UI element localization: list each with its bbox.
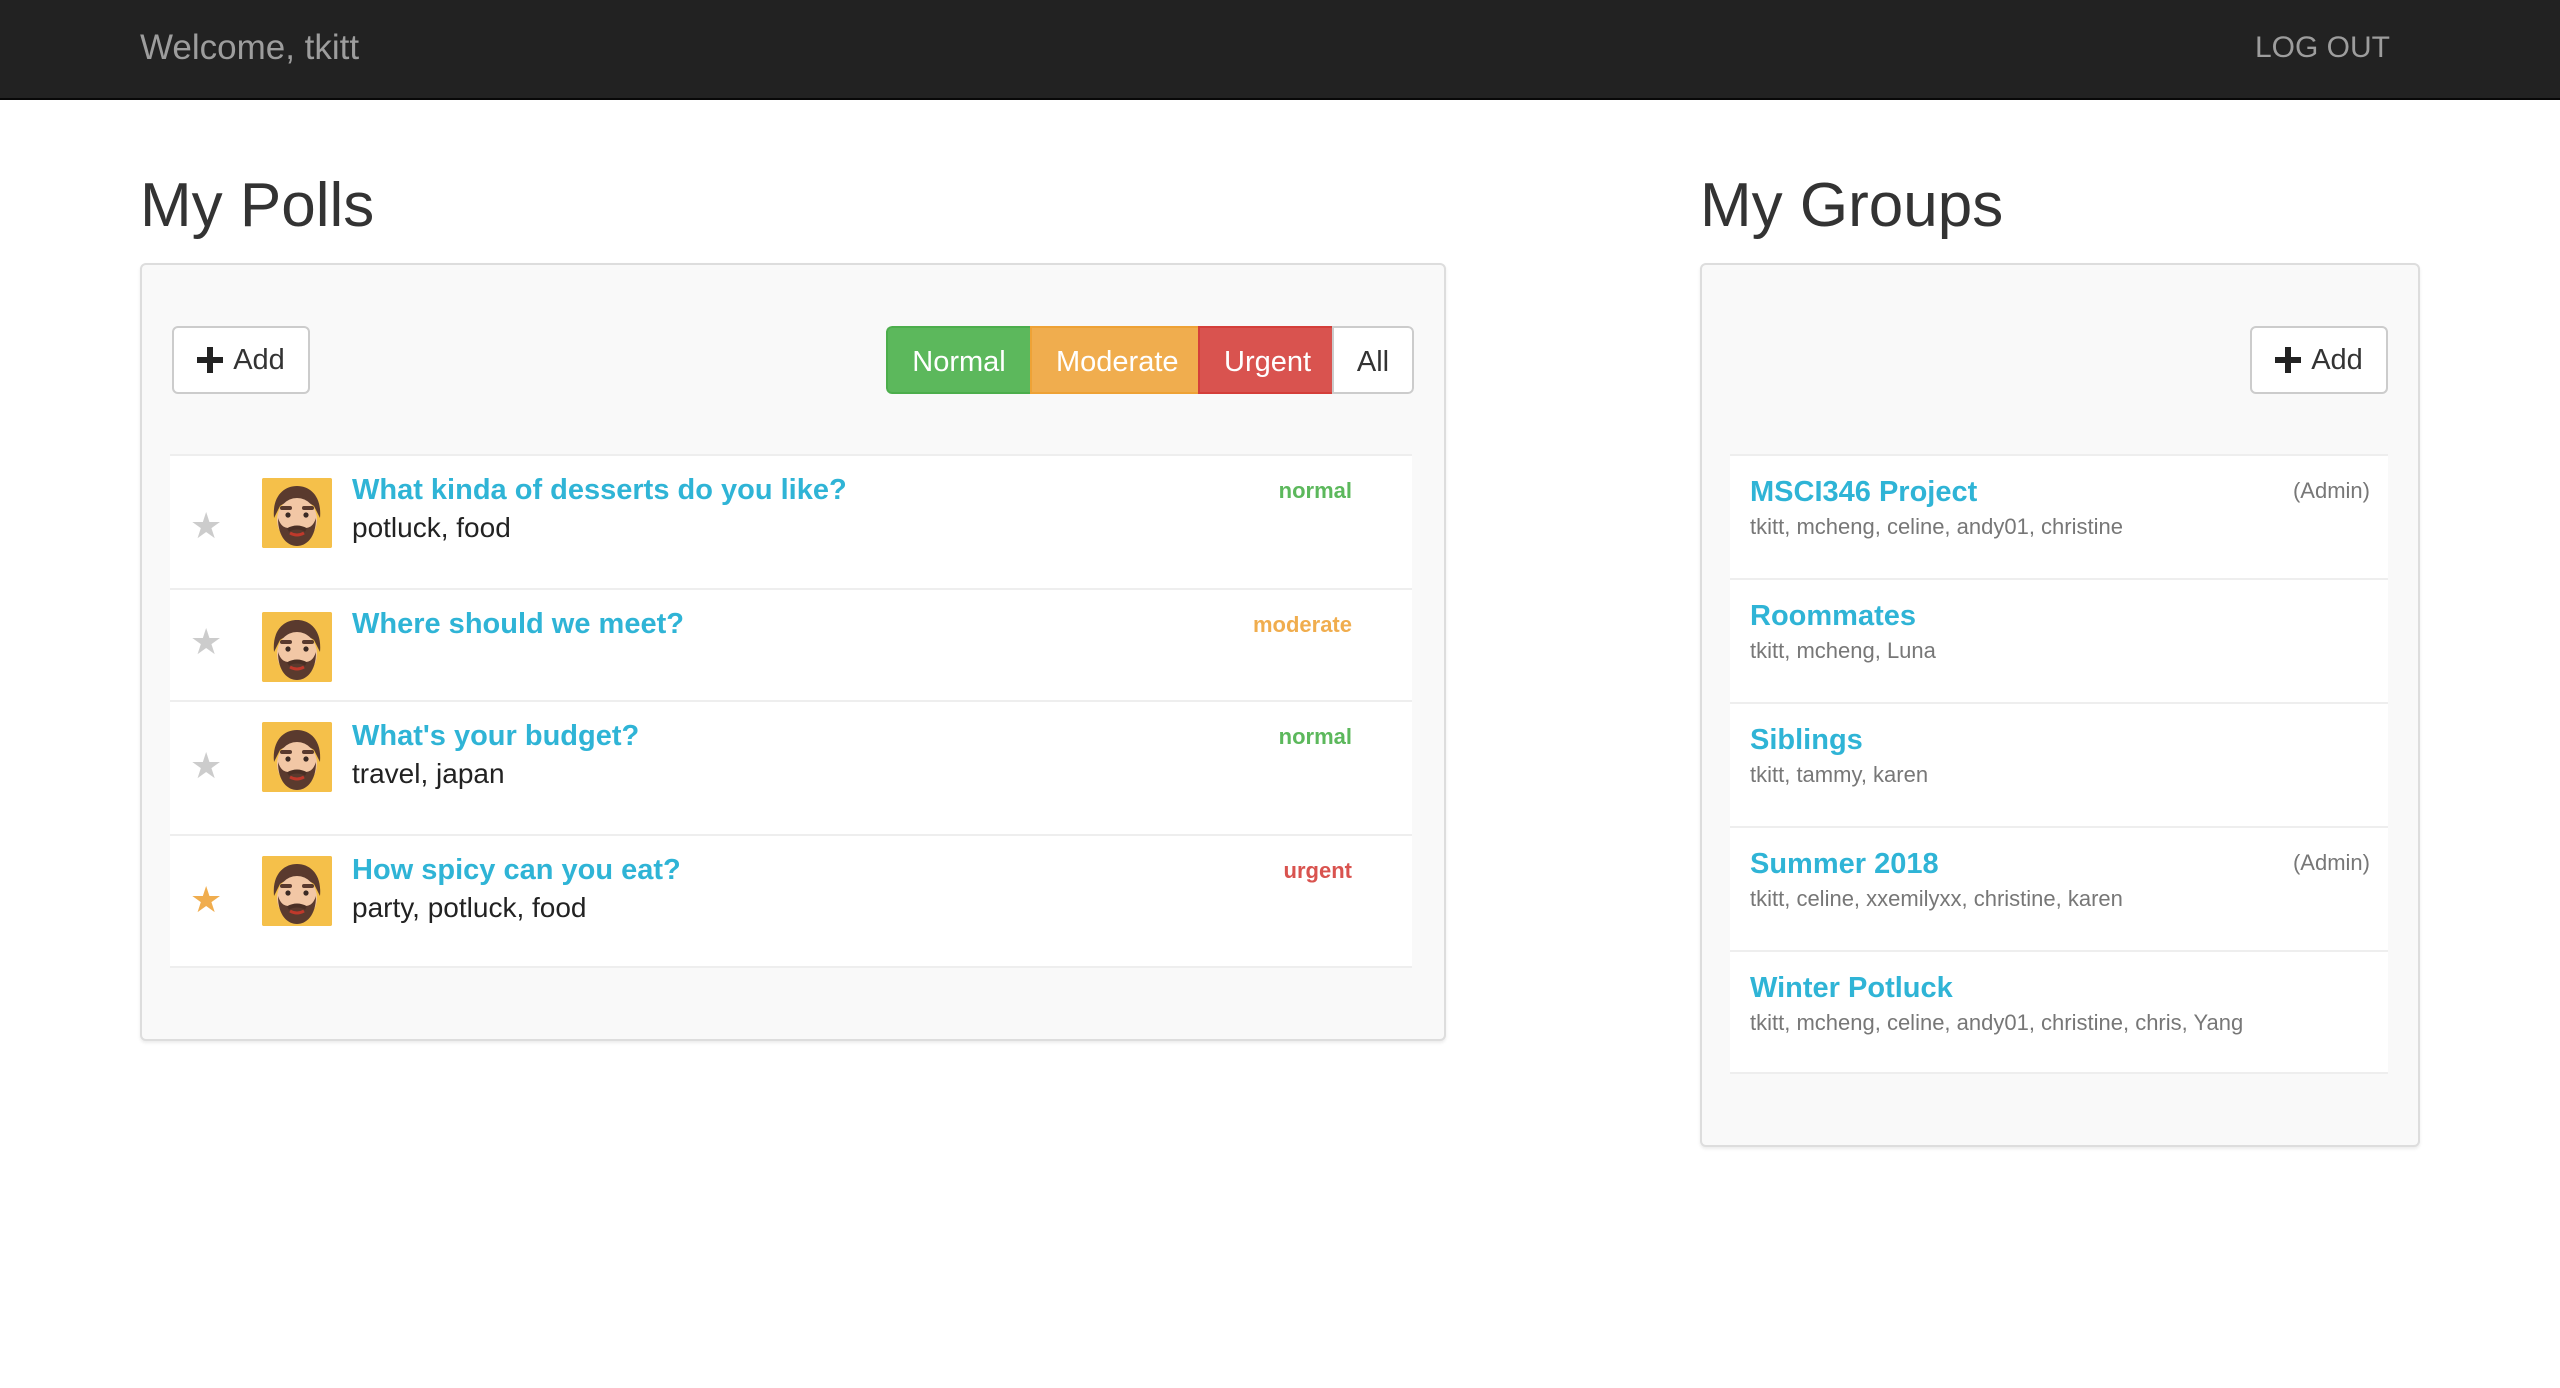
star-icon[interactable]: ★ xyxy=(190,508,222,544)
group-list: MSCI346 Project tkitt, mcheng, celine, an… xyxy=(1730,454,2388,1074)
poll-list: ★ What kinda of desserts do you like? potl… xyxy=(170,454,1412,968)
top-navbar: Welcome, tkitt LOG OUT xyxy=(0,0,2560,100)
add-group-label: Add xyxy=(2311,344,2363,376)
poll-tags: travel, japan xyxy=(352,758,505,789)
group-row[interactable]: Siblings tkitt, tammy, karen xyxy=(1730,702,2388,826)
group-members: tkitt, mcheng, celine, andy01, christine xyxy=(1750,514,2123,539)
add-poll-label: Add xyxy=(233,344,285,376)
poll-row[interactable]: ★ What kinda of desserts do you like? potl… xyxy=(170,454,1412,588)
poll-title-link[interactable]: What kinda of desserts do you like? xyxy=(352,472,847,508)
poll-title-link[interactable]: What's your budget? xyxy=(352,718,639,754)
group-members: tkitt, tammy, karen xyxy=(1750,762,1929,787)
filter-normal-button[interactable]: Normal xyxy=(886,326,1030,394)
poll-title-link[interactable]: Where should we meet? xyxy=(352,606,684,642)
plus-icon xyxy=(2275,347,2302,373)
star-icon[interactable]: ★ xyxy=(190,882,222,918)
poll-tags: party, potluck, food xyxy=(352,892,587,923)
poll-tags: potluck, food xyxy=(352,512,511,543)
group-row[interactable]: Winter Potluck tkitt, mcheng, celine, and… xyxy=(1730,950,2388,1074)
user-avatar xyxy=(262,478,332,548)
group-members: tkitt, mcheng, Luna xyxy=(1750,638,1936,663)
poll-priority-label: moderate xyxy=(1252,612,1352,637)
user-avatar xyxy=(262,612,332,682)
filter-urgent-button[interactable]: Urgent xyxy=(1198,326,1332,394)
logout-link[interactable]: LOG OUT xyxy=(2255,28,2390,68)
star-icon[interactable]: ★ xyxy=(190,624,222,660)
poll-title-link[interactable]: How spicy can you eat? xyxy=(352,852,681,888)
group-admin-badge: (Admin) xyxy=(2292,850,2370,875)
welcome-text: Welcome, tkitt xyxy=(140,28,360,67)
poll-priority-label: normal xyxy=(1278,724,1352,749)
priority-filter-group: Normal Moderate Urgent All xyxy=(886,326,1414,394)
group-name-link[interactable]: Roommates xyxy=(1750,598,1916,634)
groups-heading: My Groups xyxy=(1700,171,2004,240)
user-avatar xyxy=(262,856,332,926)
group-row[interactable]: Summer 2018 tkitt, celine, xxemilyxx, chr… xyxy=(1730,826,2388,950)
add-poll-button[interactable]: Add xyxy=(172,326,310,394)
group-admin-badge: (Admin) xyxy=(2292,478,2370,503)
star-icon[interactable]: ★ xyxy=(190,748,222,784)
filter-moderate-button[interactable]: Moderate xyxy=(1030,326,1198,394)
poll-priority-label: urgent xyxy=(1283,858,1352,883)
group-name-link[interactable]: Siblings xyxy=(1750,722,1863,758)
poll-row[interactable]: ★ Where should we meet? moderate xyxy=(170,588,1412,700)
group-name-link[interactable]: MSCI346 Project xyxy=(1750,474,1977,510)
group-row[interactable]: MSCI346 Project tkitt, mcheng, celine, an… xyxy=(1730,454,2388,578)
polls-heading: My Polls xyxy=(140,171,375,240)
filter-all-button[interactable]: All xyxy=(1332,326,1414,394)
group-row[interactable]: Roommates tkitt, mcheng, Luna xyxy=(1730,578,2388,702)
group-name-link[interactable]: Winter Potluck xyxy=(1750,970,1953,1006)
plus-icon xyxy=(197,347,224,373)
group-members: tkitt, mcheng, celine, andy01, christine… xyxy=(1750,1010,2244,1035)
group-members: tkitt, celine, xxemilyxx, christine, kar… xyxy=(1750,886,2123,911)
poll-row[interactable]: ★ How spicy can you eat? party, potluck, f… xyxy=(170,834,1412,968)
poll-row[interactable]: ★ What's your budget? travel, japan normal xyxy=(170,700,1412,834)
group-name-link[interactable]: Summer 2018 xyxy=(1750,846,1939,882)
poll-priority-label: normal xyxy=(1278,478,1352,503)
add-group-button[interactable]: Add xyxy=(2250,326,2388,394)
user-avatar xyxy=(262,722,332,792)
